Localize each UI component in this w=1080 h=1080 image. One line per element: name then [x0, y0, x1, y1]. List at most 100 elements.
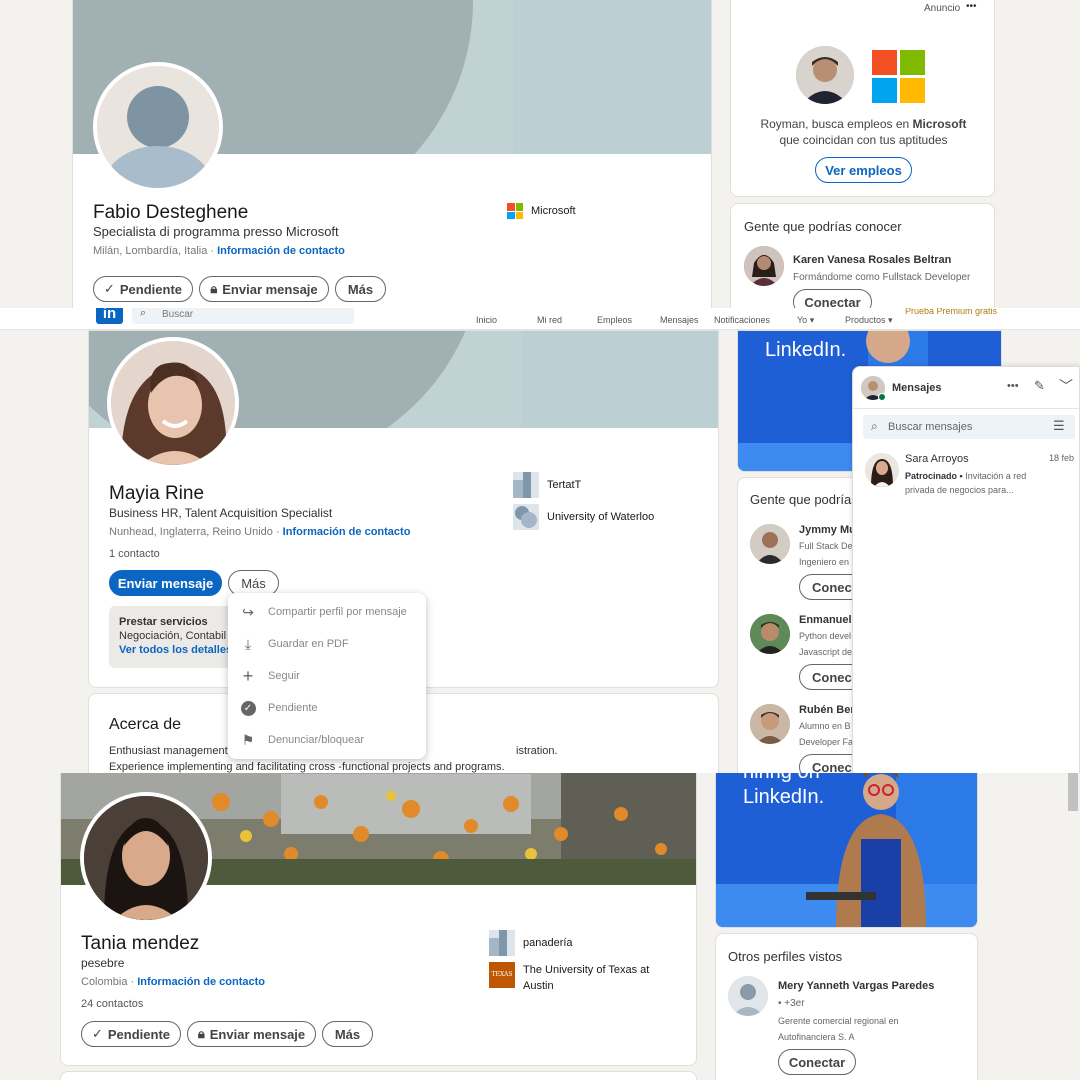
- org-item[interactable]: TEXAS The University of Texas at Austin: [489, 962, 649, 994]
- more-options-icon[interactable]: •••: [1007, 380, 1019, 392]
- location-text: Colombia ·: [81, 976, 135, 988]
- hiring-banner-card[interactable]: hiring on LinkedIn.: [715, 773, 978, 928]
- microsoft-logo-icon: [872, 50, 925, 103]
- connections-count[interactable]: 24 contactos: [81, 998, 143, 1010]
- ad-text: Royman, busca empleos en Microsoft que c…: [741, 116, 986, 148]
- nav-products[interactable]: Productos ▾: [845, 315, 893, 326]
- connect-button[interactable]: Conectar: [778, 1049, 856, 1075]
- person-line2: Developer Fa: [799, 737, 854, 747]
- person-name[interactable]: Rubén Bert: [799, 704, 858, 716]
- nav-messages[interactable]: Mensajes: [660, 315, 699, 325]
- profile-name: Mayia Rine: [109, 483, 205, 504]
- profile-card-tania: Tania mendez pesebre Colombia · Informac…: [60, 773, 697, 1066]
- filter-icon[interactable]: ☰: [1053, 418, 1065, 434]
- person-line1: Full Stack De: [799, 541, 853, 551]
- person-name[interactable]: Mery Yanneth Vargas Paredes: [778, 980, 934, 992]
- nav-me[interactable]: Yo ▾: [797, 315, 814, 326]
- conversation-item[interactable]: Sara Arroyos 18 feb Patrocinado • Invita…: [853, 449, 1080, 509]
- person-avatar[interactable]: [750, 704, 790, 744]
- messaging-header[interactable]: Mensajes ••• ✎ ﹀: [853, 367, 1080, 409]
- compose-icon[interactable]: ✎: [1034, 378, 1045, 394]
- menu-label: Compartir perfil por mensaje: [268, 606, 407, 618]
- connect-button[interactable]: Conectar: [793, 289, 872, 308]
- profile-location: Milán, Lombardía, Italia · Información d…: [93, 245, 345, 257]
- contact-info-link[interactable]: Información de contacto: [137, 976, 265, 988]
- caret-down-icon: ▾: [809, 315, 815, 325]
- send-message-button[interactable]: Enviar mensaje: [109, 570, 222, 596]
- menu-label: Seguir: [268, 670, 300, 682]
- menu-item-pending[interactable]: ✓ Pendiente: [240, 700, 318, 716]
- pending-button[interactable]: ✓ Pendiente: [81, 1021, 181, 1047]
- more-options-icon[interactable]: •••: [966, 1, 977, 12]
- menu-item-save-pdf[interactable]: ⤓ Guardar en PDF: [240, 636, 349, 652]
- school-logo-icon: [513, 504, 539, 530]
- person-subtitle: Formándome como Fullstack Developer: [793, 272, 971, 283]
- linkedin-logo-icon[interactable]: in: [96, 308, 123, 324]
- nav-jobs[interactable]: Empleos: [597, 315, 632, 325]
- scrollbar-thumb[interactable]: [1068, 773, 1078, 811]
- message-search-input[interactable]: ⌕ Buscar mensajes ☰: [863, 415, 1075, 439]
- about-line1-end: istration.: [516, 745, 558, 757]
- send-message-button[interactable]: 🔒︎ Enviar mensaje: [187, 1021, 316, 1047]
- location-text: Milán, Lombardía, Italia ·: [93, 245, 215, 257]
- org-item[interactable]: University of Waterloo: [513, 504, 654, 530]
- company-logo-icon: [489, 930, 515, 956]
- profile-name: Tania mendez: [81, 933, 200, 954]
- more-button[interactable]: Más: [335, 276, 386, 302]
- about-line2: Experience implementing and facilitating…: [109, 761, 505, 773]
- pending-button[interactable]: ✓ Pendiente: [93, 276, 193, 302]
- menu-item-report[interactable]: ⚑ Denunciar/bloquear: [240, 732, 364, 748]
- search-box[interactable]: ⌕ Buscar: [132, 308, 354, 324]
- connections-count[interactable]: 1 contacto: [109, 548, 160, 560]
- company-item[interactable]: Microsoft: [507, 203, 576, 219]
- people-card: Gente que podrías conocer Karen Vanesa R…: [730, 203, 995, 308]
- menu-item-follow[interactable]: + Seguir: [240, 666, 300, 686]
- person-avatar[interactable]: [728, 976, 768, 1016]
- view-jobs-button[interactable]: Ver empleos: [815, 157, 912, 183]
- person-line2: Javascript de: [799, 647, 853, 657]
- contact-info-link[interactable]: Información de contacto: [217, 245, 345, 257]
- person-subtitle2: Autofinanciera S. A: [778, 1032, 855, 1042]
- profile-headline: pesebre: [81, 956, 125, 970]
- contact-info-link[interactable]: Información de contacto: [283, 526, 411, 538]
- check-circle-icon: ✓: [240, 700, 256, 716]
- nav-network[interactable]: Mi red: [537, 315, 562, 325]
- more-dropdown-menu: ↪ Compartir perfil por mensaje ⤓ Guardar…: [228, 593, 426, 759]
- premium-link[interactable]: Prueba Premium gratis: [905, 308, 997, 316]
- org-name-line1: The University of Texas at: [523, 964, 650, 976]
- preview-line1: Invitación a red: [965, 471, 1027, 481]
- person-avatar[interactable]: [750, 524, 790, 564]
- org-item[interactable]: TertatT: [513, 472, 581, 498]
- message-search-placeholder: Buscar mensajes: [888, 421, 973, 433]
- nav-notifications[interactable]: Notificaciones: [714, 315, 770, 325]
- panel-bottom: Tania mendez pesebre Colombia · Informac…: [0, 773, 1080, 1080]
- more-button[interactable]: Más: [322, 1021, 373, 1047]
- company-name: Microsoft: [531, 205, 576, 217]
- send-message-button[interactable]: 🔒︎ Enviar mensaje: [199, 276, 329, 302]
- profile-avatar[interactable]: [93, 62, 223, 192]
- nav-products-label: Productos: [845, 315, 886, 325]
- chevron-down-icon[interactable]: ﹀: [1059, 376, 1073, 396]
- ad-label: Anuncio: [924, 3, 961, 14]
- message-label: Enviar mensaje: [209, 1026, 306, 1042]
- menu-item-share[interactable]: ↪ Compartir perfil por mensaje: [240, 604, 407, 620]
- online-status-icon: [878, 393, 886, 401]
- person-avatar[interactable]: [744, 246, 784, 286]
- menu-label: Denunciar/bloquear: [268, 734, 365, 746]
- org-name: The University of Texas at Austin: [523, 962, 649, 994]
- top-nav: in ⌕ Buscar Inicio Mi red Empleos Mensaj…: [0, 308, 1080, 330]
- person-name[interactable]: Karen Vanesa Rosales Beltran: [793, 254, 951, 266]
- nav-home[interactable]: Inicio: [476, 315, 497, 325]
- user-avatar: [796, 46, 854, 104]
- caret-down-icon: ▾: [888, 315, 893, 325]
- profile-headline: Specialista di programma presso Microsof…: [93, 224, 339, 239]
- org-item[interactable]: panadería: [489, 930, 573, 956]
- company-logo-icon: [513, 472, 539, 498]
- menu-label: Pendiente: [268, 702, 318, 714]
- pending-label: Pendiente: [119, 281, 183, 297]
- profile-avatar[interactable]: [80, 792, 212, 924]
- person-avatar[interactable]: [750, 614, 790, 654]
- person-name[interactable]: Jymmy Mu: [799, 524, 856, 536]
- profile-avatar[interactable]: [107, 337, 239, 469]
- person-name[interactable]: Enmanuel: [799, 614, 852, 626]
